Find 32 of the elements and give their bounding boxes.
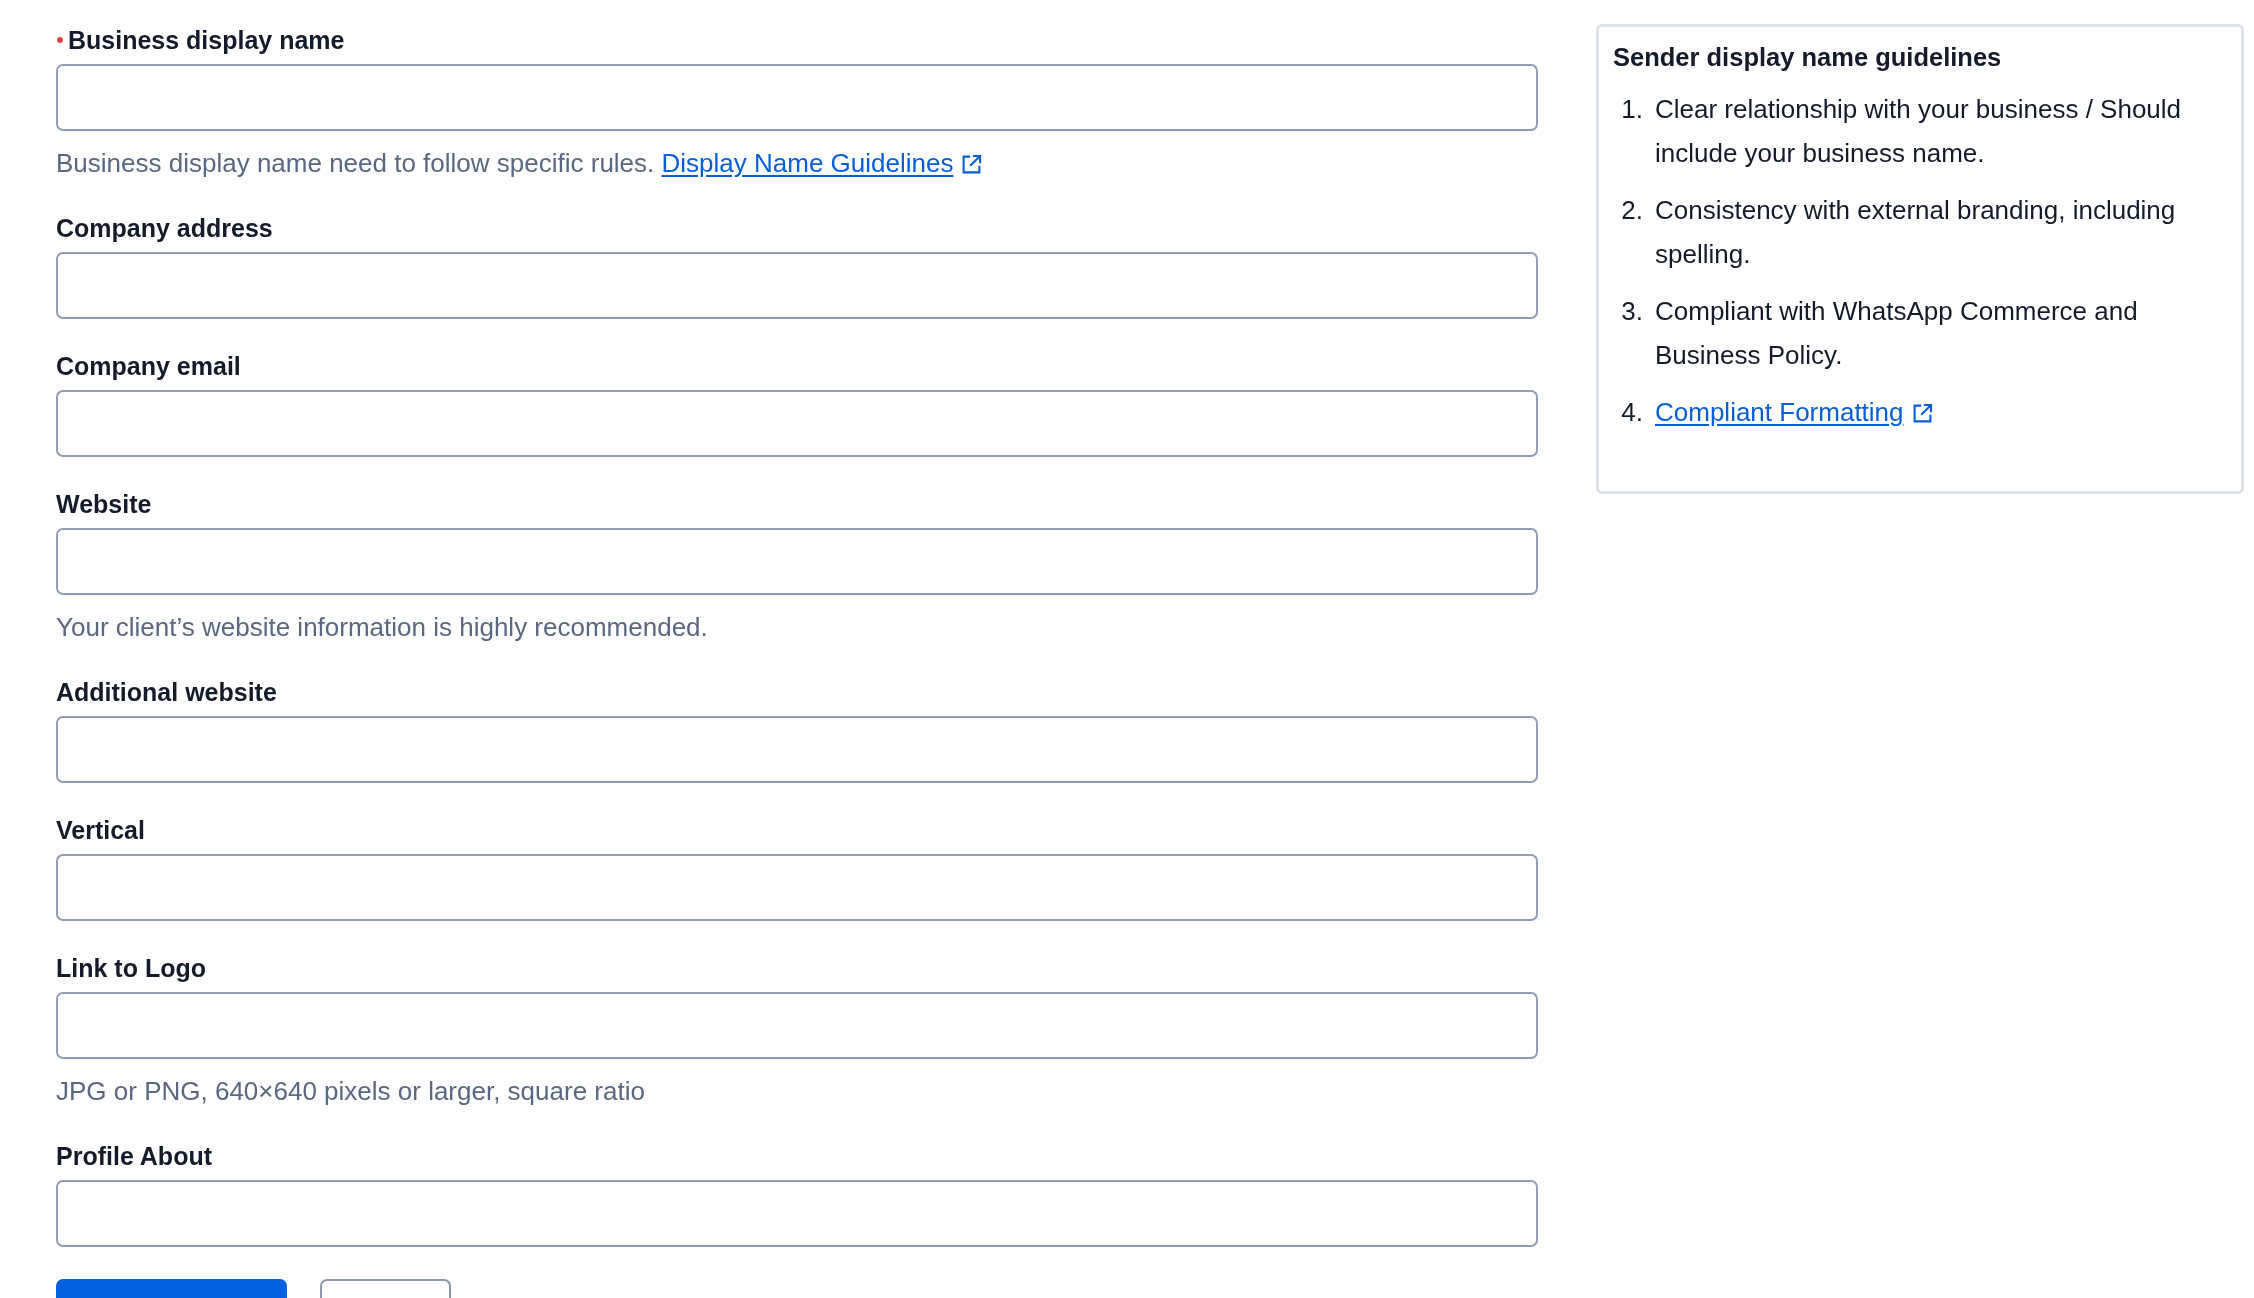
external-link-icon xyxy=(1911,403,1933,424)
input-field[interactable] xyxy=(56,716,1538,783)
formatting-link[interactable]: Compliant Formatting xyxy=(1655,397,1933,427)
field-label: Company address xyxy=(56,213,273,243)
helper-text: JPG or PNG, 640×640 pixels or larger, square ratio xyxy=(56,1075,646,1108)
field-label: Vertical xyxy=(56,815,145,845)
guideline-text: Clear relationship with your business / Should include your business name. xyxy=(1655,93,2183,170)
helper-text: Business display name need to follow specific rules. Display Name Guidelines xyxy=(56,145,1538,181)
field-label: Website xyxy=(56,489,152,519)
field-label: Business display name xyxy=(68,25,345,55)
input-field[interactable] xyxy=(56,992,1538,1059)
list-number: 4. xyxy=(1620,396,1643,429)
field-label: Link to Logo xyxy=(56,953,206,983)
external-link-icon xyxy=(961,154,983,175)
field-label: Company email xyxy=(56,351,241,381)
guideline-text: Consistency with external branding, including spelling. xyxy=(1655,194,2177,271)
input-field[interactable] xyxy=(56,528,1538,595)
list-number: 2. xyxy=(1620,194,1643,227)
outline-button[interactable] xyxy=(320,1279,451,1298)
field-label: Profile About xyxy=(56,1141,212,1171)
input-field[interactable] xyxy=(56,1180,1538,1247)
input-field[interactable] xyxy=(56,252,1538,319)
list-number: 1. xyxy=(1620,93,1643,126)
input-field[interactable] xyxy=(56,390,1538,457)
guidelines-link[interactable]: Display Name Guidelines xyxy=(661,148,983,178)
input-field[interactable] xyxy=(56,64,1538,131)
panel-title: Sender display name guidelines xyxy=(1613,42,2003,72)
field-label: Additional website xyxy=(56,677,277,707)
helper-text: Your client’s website information is highly recommended. xyxy=(56,611,709,644)
list-number: 3. xyxy=(1620,295,1643,328)
input-field[interactable] xyxy=(56,854,1538,921)
guideline-text: Compliant with WhatsApp Commerce and Business Policy. xyxy=(1655,295,2139,372)
